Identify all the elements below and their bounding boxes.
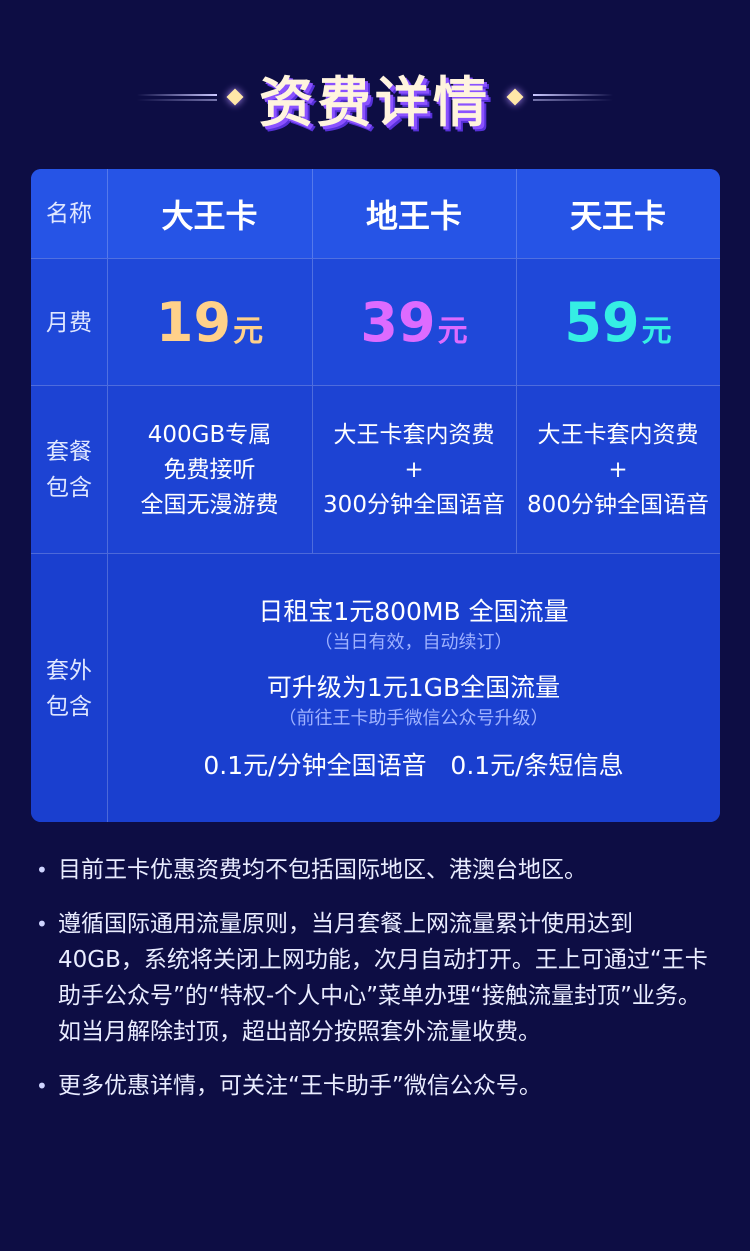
table-row-monthly: 月费 19 元 39 元 59 元 <box>31 258 720 386</box>
extra-daily-data-note: （当日有效，自动续订） <box>314 631 513 653</box>
list-item: • 更多优惠详情，可关注“王卡助手”微信公众号。 <box>36 1068 716 1104</box>
label-text: 月费 <box>46 309 92 336</box>
price-dawang: 19 元 <box>156 291 263 354</box>
package-line: 免费接听 <box>163 456 256 483</box>
price-cell: 59 元 <box>516 259 720 386</box>
extra-upgrade: 可升级为1元1GB全国流量 <box>266 672 561 702</box>
row-label-package: 套餐 包含 <box>31 386 108 554</box>
package-line: 300分钟全国语音 <box>323 491 505 518</box>
diamond-icon-right <box>506 88 524 106</box>
card-name-tianwang: 天王卡 <box>569 196 666 235</box>
card-name-diwang: 地王卡 <box>365 196 462 235</box>
package-diwang: 大王卡套内资费 + 300分钟全国语音 <box>312 386 517 554</box>
page-title: 资费详情 <box>259 70 491 134</box>
note-text: 遵循国际通用流量原则，当月套餐上网流量累计使用达到40GB，系统将关闭上网功能，… <box>58 911 708 1045</box>
price-unit: 元 <box>641 314 672 349</box>
package-line: 大王卡套内资费 <box>537 421 699 448</box>
package-line: 大王卡套内资费 <box>333 421 495 448</box>
label-text: 包含 <box>46 693 92 720</box>
package-line: + <box>608 456 628 483</box>
pricing-table: 名称 大王卡 地王卡 天王卡 月费 19 元 39 元 59 元 套餐 包含 4… <box>31 169 720 822</box>
bullet-icon: • <box>36 1074 48 1098</box>
table-row-name: 名称 大王卡 地王卡 天王卡 <box>31 169 720 258</box>
decorative-line-right <box>533 93 613 101</box>
package-tianwang: 大王卡套内资费 + 800分钟全国语音 <box>516 386 720 554</box>
extra-daily-data: 日租宝1元800MB 全国流量 <box>258 596 569 626</box>
price-diwang: 39 元 <box>360 291 467 354</box>
notes-list: • 目前王卡优惠资费均不包括国际地区、港澳台地区。 • 遵循国际通用流量原则，当… <box>36 852 716 1122</box>
page-title-banner: 资费详情 <box>0 52 750 142</box>
bullet-icon: • <box>36 912 48 936</box>
price-number: 39 <box>360 291 436 354</box>
row-label-extra: 套外 包含 <box>31 554 108 822</box>
note-text: 目前王卡优惠资费均不包括国际地区、港澳台地区。 <box>58 857 587 883</box>
price-cell: 19 元 <box>107 259 313 386</box>
list-item: • 目前王卡优惠资费均不包括国际地区、港澳台地区。 <box>36 852 716 888</box>
table-row-package: 套餐 包含 400GB专属 免费接听 全国无漫游费 大王卡套内资费 + 300分… <box>31 385 720 554</box>
table-row-extra: 套外 包含 日租宝1元800MB 全国流量 （当日有效，自动续订） 可升级为1元… <box>31 553 720 822</box>
price-number: 19 <box>155 291 232 354</box>
note-text: 更多优惠详情，可关注“王卡助手”微信公众号。 <box>58 1073 542 1099</box>
card-name-cell: 地王卡 <box>312 169 517 258</box>
extra-voice-sms: 0.1元/分钟全国语音 0.1元/条短信息 <box>203 750 624 780</box>
list-item: • 遵循国际通用流量原则，当月套餐上网流量累计使用达到40GB，系统将关闭上网功… <box>36 906 716 1050</box>
package-line: 800分钟全国语音 <box>527 491 709 518</box>
package-line: + <box>404 456 424 483</box>
diamond-icon-left <box>226 88 244 106</box>
decorative-line-left <box>137 93 217 101</box>
bullet-icon: • <box>36 858 48 882</box>
price-unit: 元 <box>233 314 264 349</box>
label-text: 包含 <box>46 475 92 501</box>
row-label-name: 名称 <box>31 169 108 258</box>
extra-content: 日租宝1元800MB 全国流量 （当日有效，自动续订） 可升级为1元1GB全国流… <box>107 554 720 822</box>
price-number: 59 <box>564 291 640 354</box>
label-text: 名称 <box>46 200 92 227</box>
label-text: 套餐 <box>46 439 92 465</box>
package-line: 400GB专属 <box>147 421 272 448</box>
package-dawang: 400GB专属 免费接听 全国无漫游费 <box>107 386 313 554</box>
extra-upgrade-note: （前往王卡助手微信公众号升级） <box>278 707 549 729</box>
card-name-dawang: 大王卡 <box>161 196 258 235</box>
price-unit: 元 <box>437 314 468 349</box>
row-label-monthly: 月费 <box>31 259 108 386</box>
price-tianwang: 59 元 <box>564 291 671 354</box>
card-name-cell: 大王卡 <box>107 169 313 258</box>
package-line: 全国无漫游费 <box>140 491 279 518</box>
card-name-cell: 天王卡 <box>516 169 720 258</box>
price-cell: 39 元 <box>312 259 517 386</box>
label-text: 套外 <box>46 657 92 684</box>
